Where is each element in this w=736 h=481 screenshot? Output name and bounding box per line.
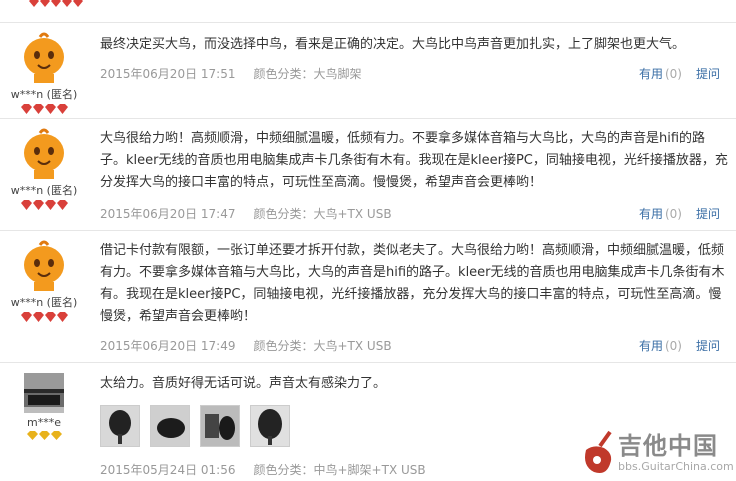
useful-button[interactable]: 有用 — [639, 67, 663, 81]
review-meta: 2015年06月20日 17:47 颜色分类：大鸟+TX USB — [100, 205, 392, 222]
review-meta: 2015年06月20日 17:51 颜色分类：大鸟脚架 — [100, 65, 362, 82]
review-actions: 有用 (0) 提问 — [639, 205, 720, 222]
reviewer-rank — [0, 312, 88, 324]
review-actions: 有用 (0) 提问 — [639, 337, 720, 354]
reviewer-info: m***e — [0, 373, 88, 443]
rank-gem-icon — [56, 312, 68, 322]
reviewer-info: w***n (匿名) — [0, 31, 88, 116]
ask-button[interactable]: 提问 — [696, 67, 720, 81]
reviewer-info: w***n (匿名) — [0, 127, 88, 212]
rank-gem-icon — [44, 312, 56, 322]
review-photo-thumb[interactable] — [250, 405, 290, 447]
review-content: 借记卡付款有限额，一张订单还要才拆开付款，类似老夫了。大鸟很给力哟！高频顺滑，中… — [100, 243, 725, 324]
reviewer-rank — [0, 104, 88, 116]
review-meta: 2015年05月24日 01:56 颜色分类：中鸟+脚架+TX USB — [100, 461, 426, 478]
reviewer-name: m***e — [27, 416, 61, 429]
rank-gem-icon — [50, 431, 62, 440]
color-value: 大鸟+TX USB — [313, 207, 392, 221]
ask-button[interactable]: 提问 — [696, 207, 720, 221]
reviewer-name: w***n (匿名) — [10, 296, 78, 309]
color-value: 大鸟脚架 — [313, 67, 362, 81]
rank-gem-icon — [20, 312, 32, 322]
rank-gem-icon — [26, 431, 38, 440]
review-date: 2015年06月20日 17:49 — [100, 339, 236, 353]
reviewer-name: w***n (匿名) — [10, 88, 78, 101]
review-photos — [100, 405, 290, 447]
rank-gem-icon — [56, 104, 68, 114]
reviewer-rank — [0, 431, 88, 443]
site-watermark: 吉他中国 bbs.GuitarChina.com — [580, 426, 734, 480]
review-item: w***n (匿名) 借记卡付款有限额，一张订单还要才拆开付款，类似老夫了。大鸟… — [0, 230, 736, 363]
review-actions: 有用 (0) 提问 — [639, 65, 720, 82]
rank-gem-icon — [56, 200, 68, 210]
color-label: 颜色分类： — [253, 207, 314, 221]
review-date: 2015年06月20日 17:51 — [100, 67, 236, 81]
reviewer-info: w***n (匿名) — [0, 239, 88, 324]
review-photo-thumb[interactable] — [200, 405, 240, 447]
default-avatar-icon — [18, 31, 70, 83]
review-photo-thumb[interactable] — [150, 405, 190, 447]
rank-gem-icon — [20, 200, 32, 210]
rank-gem-icon — [38, 431, 50, 440]
useful-count: (0) — [664, 207, 682, 221]
default-avatar-icon — [18, 127, 70, 179]
useful-count: (0) — [664, 67, 682, 81]
rank-gem-icon — [20, 104, 32, 114]
color-value: 大鸟+TX USB — [313, 339, 392, 353]
review-date: 2015年06月20日 17:47 — [100, 207, 236, 221]
review-meta: 2015年06月20日 17:49 颜色分类：大鸟+TX USB — [100, 337, 392, 354]
rank-gem-icon — [32, 104, 44, 114]
rank-gem-icon — [32, 200, 44, 210]
previous-review-rank — [28, 0, 88, 9]
ask-button[interactable]: 提问 — [696, 339, 720, 353]
useful-button[interactable]: 有用 — [639, 207, 663, 221]
default-avatar-icon — [18, 239, 70, 291]
review-date: 2015年05月24日 01:56 — [100, 463, 236, 477]
review-content: 最终决定买大鸟，而没选择中鸟，看来是正确的决定。大鸟比中鸟声音更加扎实，上了脚架… — [100, 37, 686, 52]
rank-gem-icon — [44, 200, 56, 210]
rank-gem-icon — [32, 312, 44, 322]
review-content: 太给力。音质好得无话可说。声音太有感染力了。 — [100, 376, 387, 391]
reviewer-rank — [0, 200, 88, 212]
rank-gem-icon — [44, 104, 56, 114]
review-content: 大鸟很给力哟！高频顺滑，中频细腻温暖，低频有力。不要拿多媒体音箱与大鸟比，大鸟的… — [100, 131, 728, 190]
review-item: w***n (匿名) 最终决定买大鸟，而没选择中鸟，看来是正确的决定。大鸟比中鸟… — [0, 22, 736, 119]
user-photo-avatar — [24, 373, 64, 413]
review-photo-thumb[interactable] — [100, 405, 140, 447]
watermark-title: 吉他中国 — [618, 432, 718, 460]
color-label: 颜色分类： — [253, 463, 314, 477]
color-label: 颜色分类： — [253, 67, 314, 81]
guitar-logo-icon — [585, 430, 612, 473]
useful-button[interactable]: 有用 — [639, 339, 663, 353]
color-value: 中鸟+脚架+TX USB — [313, 463, 426, 477]
useful-count: (0) — [664, 339, 682, 353]
watermark-url: bbs.GuitarChina.com — [618, 460, 734, 473]
color-label: 颜色分类： — [253, 339, 314, 353]
review-item: w***n (匿名) 大鸟很给力哟！高频顺滑，中频细腻温暖，低频有力。不要拿多媒… — [0, 118, 736, 231]
reviewer-name: w***n (匿名) — [10, 184, 78, 197]
